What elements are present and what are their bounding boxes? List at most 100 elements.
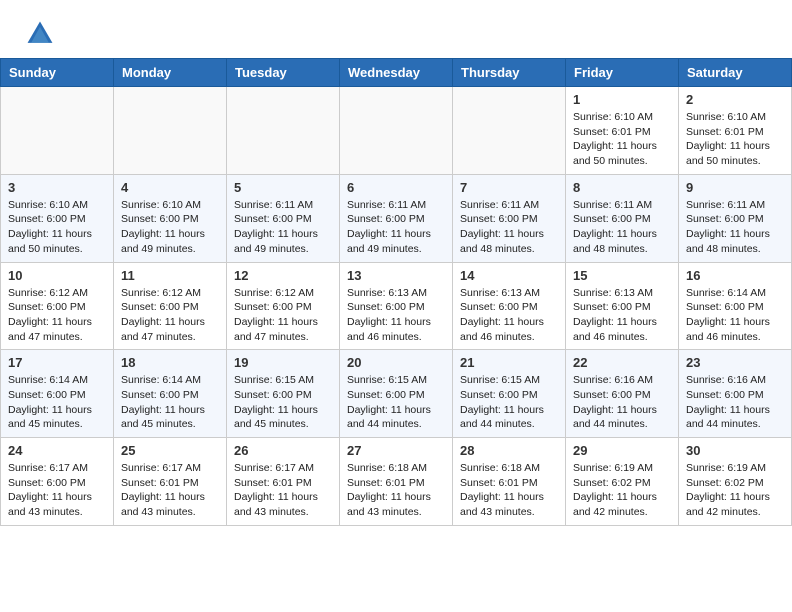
calendar-week-row: 24 Sunrise: 6:17 AM Sunset: 6:00 PM Dayli… — [1, 438, 792, 526]
day-info: Sunrise: 6:14 AM Sunset: 6:00 PM Dayligh… — [8, 373, 106, 432]
calendar-week-row: 3 Sunrise: 6:10 AM Sunset: 6:00 PM Daylig… — [1, 174, 792, 262]
weekday-header-tuesday: Tuesday — [227, 59, 340, 87]
day-info: Sunrise: 6:10 AM Sunset: 6:01 PM Dayligh… — [573, 110, 671, 169]
calendar-cell — [227, 87, 340, 175]
day-number: 9 — [686, 180, 784, 195]
logo-icon — [24, 18, 56, 50]
calendar-cell: 5 Sunrise: 6:11 AM Sunset: 6:00 PM Daylig… — [227, 174, 340, 262]
day-number: 14 — [460, 268, 558, 283]
day-info: Sunrise: 6:12 AM Sunset: 6:00 PM Dayligh… — [234, 286, 332, 345]
calendar-week-row: 17Sunrise: 6:14 AM Sunset: 6:00 PM Dayli… — [1, 350, 792, 438]
day-info: Sunrise: 6:10 AM Sunset: 6:00 PM Dayligh… — [8, 198, 106, 257]
weekday-header-thursday: Thursday — [453, 59, 566, 87]
weekday-header-sunday: Sunday — [1, 59, 114, 87]
calendar-cell: 14 Sunrise: 6:13 AM Sunset: 6:00 PM Dayli… — [453, 262, 566, 350]
day-info: Sunrise: 6:11 AM Sunset: 6:00 PM Dayligh… — [460, 198, 558, 257]
calendar-cell: 16 Sunrise: 6:14 AM Sunset: 6:00 PM Dayli… — [679, 262, 792, 350]
page: SundayMondayTuesdayWednesdayThursdayFrid… — [0, 0, 792, 526]
day-number: 5 — [234, 180, 332, 195]
day-number: 22 — [573, 355, 671, 370]
calendar-header-row: SundayMondayTuesdayWednesdayThursdayFrid… — [1, 59, 792, 87]
calendar-cell: 1 Sunrise: 6:10 AM Sunset: 6:01 PM Daylig… — [566, 87, 679, 175]
calendar-cell: 28 Sunrise: 6:18 AM Sunset: 6:01 PM Dayli… — [453, 438, 566, 526]
day-number: 1 — [573, 92, 671, 107]
calendar-cell: 27 Sunrise: 6:18 AM Sunset: 6:01 PM Dayli… — [340, 438, 453, 526]
header — [0, 0, 792, 58]
calendar-cell: 18 Sunrise: 6:14 AM Sunset: 6:00 PM Dayli… — [114, 350, 227, 438]
calendar-cell — [114, 87, 227, 175]
day-number: 16 — [686, 268, 784, 283]
day-info: Sunrise: 6:13 AM Sunset: 6:00 PM Dayligh… — [347, 286, 445, 345]
day-info: Sunrise: 6:19 AM Sunset: 6:02 PM Dayligh… — [573, 461, 671, 520]
calendar-cell — [340, 87, 453, 175]
day-number: 21 — [460, 355, 558, 370]
day-info: Sunrise: 6:15 AM Sunset: 6:00 PM Dayligh… — [347, 373, 445, 432]
day-number: 28 — [460, 443, 558, 458]
calendar-cell: 15 Sunrise: 6:13 AM Sunset: 6:00 PM Dayli… — [566, 262, 679, 350]
day-number: 18 — [121, 355, 219, 370]
weekday-header-saturday: Saturday — [679, 59, 792, 87]
day-number: 26 — [234, 443, 332, 458]
calendar-cell: 10 Sunrise: 6:12 AM Sunset: 6:00 PM Dayli… — [1, 262, 114, 350]
calendar-cell: 19Sunrise: 6:15 AM Sunset: 6:00 PM Dayli… — [227, 350, 340, 438]
calendar-cell: 29 Sunrise: 6:19 AM Sunset: 6:02 PM Dayli… — [566, 438, 679, 526]
calendar-cell: 7 Sunrise: 6:11 AM Sunset: 6:00 PM Daylig… — [453, 174, 566, 262]
calendar-week-row: 1 Sunrise: 6:10 AM Sunset: 6:01 PM Daylig… — [1, 87, 792, 175]
day-number: 15 — [573, 268, 671, 283]
calendar-cell: 2 Sunrise: 6:10 AM Sunset: 6:01 PM Daylig… — [679, 87, 792, 175]
day-info: Sunrise: 6:17 AM Sunset: 6:00 PM Dayligh… — [8, 461, 106, 520]
day-number: 2 — [686, 92, 784, 107]
day-info: Sunrise: 6:18 AM Sunset: 6:01 PM Dayligh… — [460, 461, 558, 520]
day-info: Sunrise: 6:11 AM Sunset: 6:00 PM Dayligh… — [234, 198, 332, 257]
day-info: Sunrise: 6:14 AM Sunset: 6:00 PM Dayligh… — [121, 373, 219, 432]
day-number: 12 — [234, 268, 332, 283]
calendar-cell: 8 Sunrise: 6:11 AM Sunset: 6:00 PM Daylig… — [566, 174, 679, 262]
day-info: Sunrise: 6:19 AM Sunset: 6:02 PM Dayligh… — [686, 461, 784, 520]
day-info: Sunrise: 6:16 AM Sunset: 6:00 PM Dayligh… — [686, 373, 784, 432]
calendar-cell: 12 Sunrise: 6:12 AM Sunset: 6:00 PM Dayli… — [227, 262, 340, 350]
logo — [24, 18, 60, 50]
weekday-header-friday: Friday — [566, 59, 679, 87]
day-number: 4 — [121, 180, 219, 195]
calendar-cell: 30 Sunrise: 6:19 AM Sunset: 6:02 PM Dayli… — [679, 438, 792, 526]
day-info: Sunrise: 6:10 AM Sunset: 6:00 PM Dayligh… — [121, 198, 219, 257]
calendar-cell: 24 Sunrise: 6:17 AM Sunset: 6:00 PM Dayli… — [1, 438, 114, 526]
day-info: Sunrise: 6:13 AM Sunset: 6:00 PM Dayligh… — [460, 286, 558, 345]
calendar-cell — [453, 87, 566, 175]
calendar-week-row: 10 Sunrise: 6:12 AM Sunset: 6:00 PM Dayli… — [1, 262, 792, 350]
day-info: Sunrise: 6:12 AM Sunset: 6:00 PM Dayligh… — [8, 286, 106, 345]
day-info: Sunrise: 6:17 AM Sunset: 6:01 PM Dayligh… — [234, 461, 332, 520]
day-number: 23 — [686, 355, 784, 370]
calendar-cell — [1, 87, 114, 175]
calendar-cell: 13 Sunrise: 6:13 AM Sunset: 6:00 PM Dayli… — [340, 262, 453, 350]
day-number: 3 — [8, 180, 106, 195]
calendar-cell: 9 Sunrise: 6:11 AM Sunset: 6:00 PM Daylig… — [679, 174, 792, 262]
weekday-header-wednesday: Wednesday — [340, 59, 453, 87]
day-info: Sunrise: 6:15 AM Sunset: 6:00 PM Dayligh… — [460, 373, 558, 432]
day-info: Sunrise: 6:17 AM Sunset: 6:01 PM Dayligh… — [121, 461, 219, 520]
day-number: 10 — [8, 268, 106, 283]
day-number: 7 — [460, 180, 558, 195]
day-number: 13 — [347, 268, 445, 283]
day-info: Sunrise: 6:13 AM Sunset: 6:00 PM Dayligh… — [573, 286, 671, 345]
day-number: 11 — [121, 268, 219, 283]
calendar-cell: 3 Sunrise: 6:10 AM Sunset: 6:00 PM Daylig… — [1, 174, 114, 262]
day-number: 19 — [234, 355, 332, 370]
calendar-cell: 21 Sunrise: 6:15 AM Sunset: 6:00 PM Dayli… — [453, 350, 566, 438]
day-info: Sunrise: 6:14 AM Sunset: 6:00 PM Dayligh… — [686, 286, 784, 345]
day-number: 20 — [347, 355, 445, 370]
day-info: Sunrise: 6:18 AM Sunset: 6:01 PM Dayligh… — [347, 461, 445, 520]
day-number: 27 — [347, 443, 445, 458]
day-info: Sunrise: 6:11 AM Sunset: 6:00 PM Dayligh… — [347, 198, 445, 257]
calendar-cell: 20 Sunrise: 6:15 AM Sunset: 6:00 PM Dayli… — [340, 350, 453, 438]
day-info: Sunrise: 6:16 AM Sunset: 6:00 PM Dayligh… — [573, 373, 671, 432]
day-number: 30 — [686, 443, 784, 458]
calendar-cell: 6Sunrise: 6:11 AM Sunset: 6:00 PM Daylig… — [340, 174, 453, 262]
day-info: Sunrise: 6:11 AM Sunset: 6:00 PM Dayligh… — [573, 198, 671, 257]
calendar-cell: 25Sunrise: 6:17 AM Sunset: 6:01 PM Dayli… — [114, 438, 227, 526]
day-number: 29 — [573, 443, 671, 458]
day-info: Sunrise: 6:11 AM Sunset: 6:00 PM Dayligh… — [686, 198, 784, 257]
day-info: Sunrise: 6:10 AM Sunset: 6:01 PM Dayligh… — [686, 110, 784, 169]
day-number: 24 — [8, 443, 106, 458]
day-number: 8 — [573, 180, 671, 195]
